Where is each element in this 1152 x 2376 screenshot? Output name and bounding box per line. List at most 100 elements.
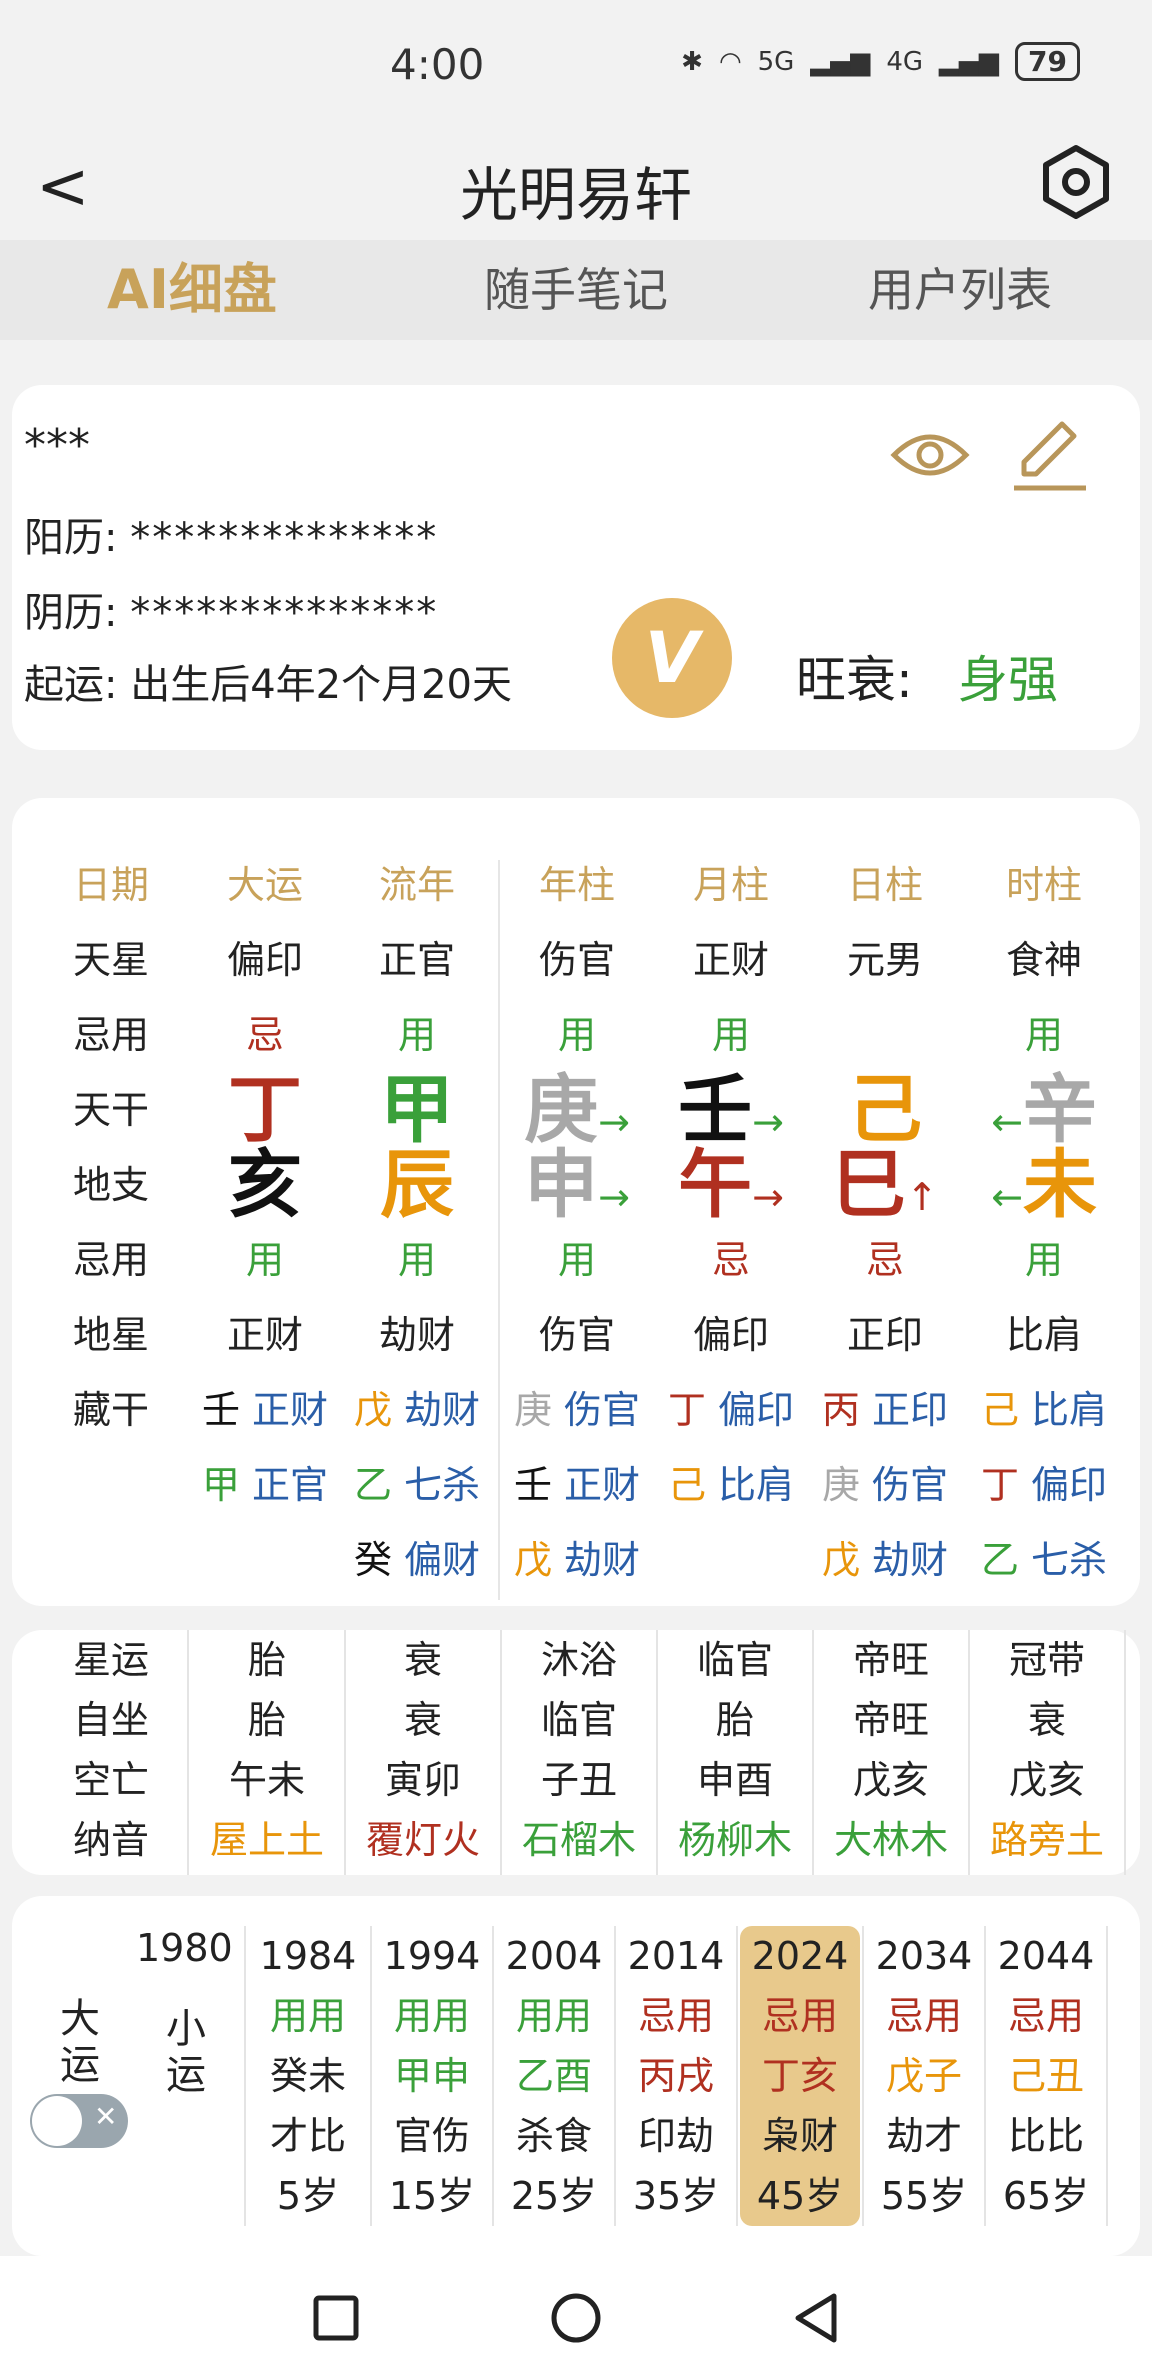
arrow-right-icon: → <box>752 1100 784 1144</box>
pillar-column-month: 月柱 正财 用 壬→ 午→ 忌 偏印 丁 偏印 己 比肩 <box>656 848 806 1523</box>
tab-bar: AI细盘 随手笔记 用户列表 <box>0 240 1152 340</box>
zizuo: 临官 <box>540 1698 617 1742</box>
row-label: 地支 <box>72 1163 149 1207</box>
dayun-period[interactable]: 2044 忌用 己丑 比比 65岁 <box>986 1926 1106 2226</box>
dayun-period[interactable]: 2014 忌用 丙戌 印劫 35岁 <box>616 1926 736 2226</box>
row-label: 日期 <box>72 863 149 907</box>
circle-nav-icon[interactable] <box>546 2288 606 2348</box>
arrow-right-icon: → <box>752 1175 784 1219</box>
dayun-year: 2004 <box>505 1934 603 1978</box>
column-header: 月柱 <box>692 863 769 907</box>
square-nav-icon[interactable] <box>306 2288 366 2348</box>
kongwang: 子丑 <box>540 1758 617 1802</box>
wangshuai-label: 旺衰: <box>796 651 913 709</box>
nayin: 路旁土 <box>989 1818 1104 1862</box>
column-separator <box>1124 1630 1126 1875</box>
tab-user-list[interactable]: 用户列表 <box>768 240 1152 340</box>
nayin: 石榴木 <box>521 1818 636 1862</box>
dayun-label: 大运 <box>60 1996 100 2088</box>
jiyong-top <box>810 998 960 1073</box>
bluetooth-icon: ✱ <box>681 46 703 77</box>
dayun-age: 15岁 <box>388 2174 476 2218</box>
dayun-age: 45岁 <box>756 2174 844 2218</box>
dixing: 正财 <box>226 1313 303 1357</box>
page-title: 光明易轩 <box>459 161 692 229</box>
canggan: 癸 偏财 <box>353 1538 481 1582</box>
profile-name: *** <box>24 420 90 471</box>
star-labels: 星运 自坐 空亡 纳音 <box>36 1630 186 1870</box>
triangle-back-nav-icon[interactable] <box>786 2288 846 2348</box>
dayun-period[interactable]: 2004 用用 乙酉 杀食 25岁 <box>494 1926 614 2226</box>
pillar-column-year: 年柱 伤官 用 庚→ 申→ 用 伤官 庚 伤官 壬 正财 戊 劫财 <box>502 848 652 1598</box>
tianxing: 元男 <box>846 938 923 982</box>
edit-pencil-icon[interactable] <box>1010 418 1090 494</box>
dayun-shishen: 官伤 <box>393 2114 470 2158</box>
jiyong-bottom: 用 <box>557 1238 596 1282</box>
star-column: 冠带 衰 戊亥 路旁土 <box>970 1630 1124 1870</box>
settings-hexagon-icon[interactable] <box>1036 142 1116 222</box>
dayun-period[interactable]: 1984 用用 癸未 才比 5岁 <box>248 1926 368 2226</box>
canggan: 壬 正财 <box>201 1388 329 1432</box>
arrow-right-icon: → <box>598 1175 630 1219</box>
dayun-age: 25岁 <box>510 2174 598 2218</box>
column-separator <box>736 1926 738 2226</box>
lunar-label: 阴历: <box>24 590 118 636</box>
tiangan: 己 <box>848 1067 922 1153</box>
dixing: 劫财 <box>378 1313 455 1357</box>
dayun-jiyong: 用用 <box>393 1994 470 2038</box>
dayun-ganzhi: 丙戌 <box>637 2054 714 2098</box>
vip-badge-icon[interactable]: V <box>612 598 732 718</box>
dayun-period[interactable]: 1994 用用 甲申 官伤 15岁 <box>372 1926 492 2226</box>
dayun-age: 65岁 <box>1002 2174 1090 2218</box>
nayin: 杨柳木 <box>677 1818 792 1862</box>
pillar-column-dayun: 大运 偏印 忌 丁 亥 用 正财 壬 正财 甲 正官 <box>190 848 340 1523</box>
dizhi: 巳 <box>832 1142 907 1228</box>
row-label: 藏干 <box>72 1388 149 1432</box>
column-header: 时柱 <box>1005 863 1082 907</box>
zizuo: 胎 <box>715 1698 754 1742</box>
dayun-shishen: 枭财 <box>761 2114 838 2158</box>
dayun-jiyong: 忌用 <box>761 1994 838 2038</box>
dayun-period[interactable]: 2034 忌用 戊子 劫才 55岁 <box>864 1926 984 2226</box>
tiangan: 庚 <box>524 1067 599 1153</box>
jiyong-top: 用 <box>1024 1013 1063 1057</box>
column-separator <box>244 1926 246 2226</box>
dayun-year: 1994 <box>383 1934 481 1978</box>
column-separator <box>1106 1926 1108 2226</box>
solar-label: 阳历: <box>24 515 118 561</box>
jiyong-bottom: 用 <box>1024 1238 1063 1282</box>
star-column: 临官 胎 申酉 杨柳木 <box>658 1630 812 1870</box>
canggan: 己 比肩 <box>980 1388 1108 1432</box>
arrow-right-icon: → <box>598 1100 630 1144</box>
dayun-jiyong: 忌用 <box>885 1994 962 2038</box>
xingyun: 衰 <box>403 1638 442 1682</box>
solar-date-row: 阳历: ************** <box>24 505 438 563</box>
battery-icon: 79 <box>1015 42 1080 81</box>
qiyun-row: 起运: 出生后4年2个月20天 <box>24 652 512 710</box>
column-header: 日柱 <box>846 863 923 907</box>
start-year: 1980 <box>136 1926 233 1970</box>
tab-ai-detail[interactable]: AI细盘 <box>0 240 384 340</box>
status-time: 4:00 <box>390 40 485 89</box>
xingyun: 沐浴 <box>540 1638 617 1682</box>
dayun-period-selected[interactable]: 2024 忌用 丁亥 枭财 45岁 <box>740 1926 860 2226</box>
dayun-jiyong: 用用 <box>269 1994 346 2038</box>
dayun-shishen: 印劫 <box>637 2114 714 2158</box>
signal-icon: ▂▄▆ <box>810 46 871 77</box>
column-header: 流年 <box>378 863 455 907</box>
tianxing: 伤官 <box>538 938 615 982</box>
status-icons: ✱ ◠ 5G ▂▄▆ 4G ▂▄▆ 79 <box>681 42 1080 81</box>
nayin: 屋上土 <box>209 1818 324 1862</box>
dayun-shishen: 杀食 <box>515 2114 592 2158</box>
pillar-column-liunian: 流年 正官 用 甲 辰 用 劫财 戊 劫财 乙 七杀 癸 偏财 <box>342 848 492 1598</box>
canggan: 壬 正财 <box>513 1463 641 1507</box>
dayun-age: 5岁 <box>276 2174 340 2218</box>
star-column: 衰 衰 寅卯 覆灯火 <box>346 1630 500 1870</box>
eye-icon[interactable] <box>890 425 970 485</box>
star-label: 自坐 <box>72 1698 149 1742</box>
tab-notes[interactable]: 随手笔记 <box>384 240 768 340</box>
dixing: 比肩 <box>1005 1313 1082 1357</box>
canggan: 乙 七杀 <box>353 1463 481 1507</box>
nayin: 覆灯火 <box>365 1818 480 1862</box>
kongwang: 午未 <box>228 1758 305 1802</box>
